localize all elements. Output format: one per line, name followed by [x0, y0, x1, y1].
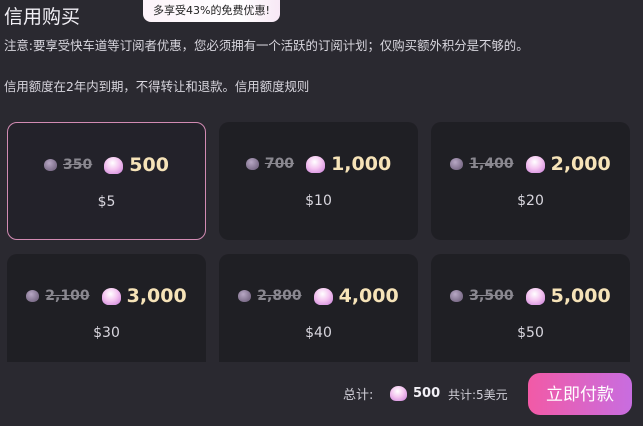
- shell-icon: [101, 287, 121, 305]
- total-label: 总计:: [343, 388, 374, 403]
- package-card-500[interactable]: 350 500 $5: [7, 122, 206, 240]
- shell-icon: [525, 155, 545, 173]
- shell-icon: [390, 386, 407, 401]
- bonus-credits: 3,000: [126, 285, 187, 307]
- bonus-credits: 500: [129, 154, 169, 176]
- package-price: $5: [97, 194, 116, 210]
- package-card-3000[interactable]: 2,100 3,000 $30: [7, 254, 206, 372]
- bonus-credits: 1,000: [331, 153, 392, 175]
- original-credits: 350: [63, 157, 93, 173]
- shell-icon: [450, 158, 464, 170]
- shell-icon: [313, 287, 333, 305]
- bonus-credits: 2,000: [550, 153, 611, 175]
- original-credits: 700: [264, 156, 295, 172]
- shell-icon: [245, 158, 259, 170]
- package-price: $30: [93, 325, 120, 341]
- total-usd: 共计:5美元: [448, 388, 508, 402]
- package-price: $40: [305, 325, 332, 341]
- shell-icon: [44, 159, 58, 171]
- total-credits: 500: [413, 386, 441, 401]
- shell-icon: [238, 290, 252, 302]
- original-credits: 3,500: [469, 288, 514, 304]
- package-card-1000[interactable]: 700 1,000 $10: [219, 122, 418, 240]
- bonus-credits: 4,000: [338, 285, 399, 307]
- shell-icon: [26, 290, 40, 302]
- shell-icon: [525, 287, 545, 305]
- package-price: $20: [517, 193, 544, 209]
- original-credits: 2,800: [257, 288, 302, 304]
- package-price: $50: [517, 325, 544, 341]
- package-price: $10: [305, 193, 332, 209]
- bonus-credits: 5,000: [550, 285, 611, 307]
- package-card-2000[interactable]: 1,400 2,000 $20: [431, 122, 630, 240]
- original-credits: 1,400: [469, 156, 514, 172]
- shell-icon: [306, 155, 326, 173]
- original-credits: 2,100: [45, 288, 90, 304]
- shell-icon: [450, 290, 464, 302]
- shell-icon: [104, 156, 124, 174]
- package-card-5000[interactable]: 3,500 5,000 $50: [431, 254, 630, 372]
- package-card-4000[interactable]: 2,800 4,000 $40: [219, 254, 418, 372]
- pay-now-button[interactable]: 立即付款: [528, 373, 632, 415]
